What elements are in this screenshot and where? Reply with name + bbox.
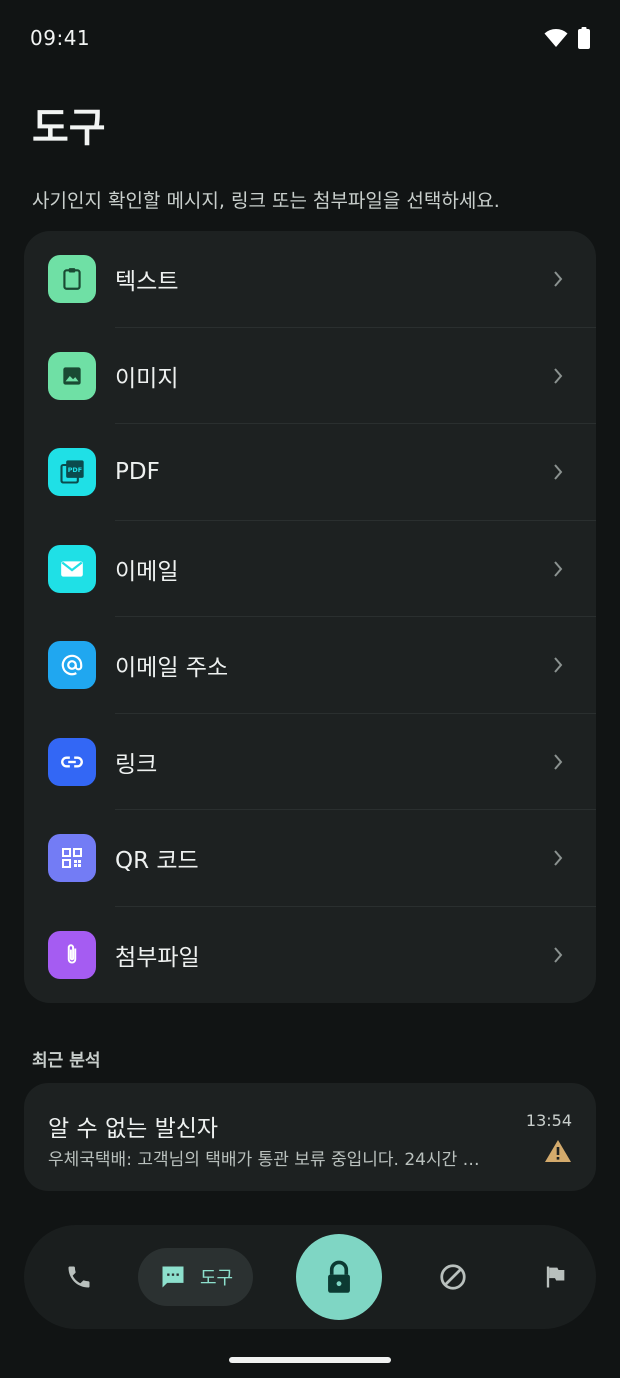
recent-section-title: 최근 분석 (32, 1051, 101, 1071)
qr-code-icon (48, 834, 96, 882)
tool-label: 이메일 (115, 558, 179, 585)
svg-text:PDF: PDF (68, 466, 82, 474)
tool-label: PDF (115, 459, 160, 486)
bottom-navigation: 도구 (24, 1225, 596, 1329)
tool-item-pdf[interactable]: PDF PDF (24, 424, 596, 521)
tool-label: 텍스트 (115, 269, 179, 296)
nav-tools[interactable]: 도구 (138, 1248, 253, 1306)
chevron-right-icon (554, 367, 563, 384)
mail-icon (48, 544, 96, 593)
chevron-right-icon (554, 946, 563, 963)
status-icons (544, 27, 590, 49)
chevron-right-icon (554, 657, 563, 673)
tools-list: 텍스트 이미지 PDF PDF 이메일 이메일 주소 링크 QR 코드 첨부파일 (24, 231, 596, 1003)
tool-item-image[interactable]: 이미지 (24, 328, 596, 425)
block-icon (440, 1264, 466, 1290)
wifi-icon (544, 29, 568, 47)
tool-item-link[interactable]: 링크 (24, 714, 596, 811)
chevron-right-icon (554, 753, 563, 770)
recent-time: 13:54 (525, 1111, 572, 1130)
paperclip-icon (48, 930, 96, 979)
page-subtitle: 사기인지 확인할 메시지, 링크 또는 첨부파일을 선택하세요. (32, 190, 500, 212)
warning-icon (545, 1140, 571, 1162)
chevron-right-icon (554, 271, 563, 287)
tool-label: QR 코드 (115, 848, 199, 875)
nav-tools-label: 도구 (199, 1268, 234, 1289)
chevron-right-icon (554, 850, 563, 866)
nav-reports[interactable] (514, 1225, 596, 1329)
tool-label: 이메일 주소 (115, 655, 229, 682)
lock-button[interactable] (296, 1234, 382, 1320)
battery-icon (578, 27, 590, 49)
nav-calls[interactable] (38, 1225, 120, 1329)
lock-icon (328, 1260, 350, 1293)
tool-item-email[interactable]: 이메일 (24, 521, 596, 618)
home-indicator[interactable] (229, 1357, 391, 1363)
tool-item-text[interactable]: 텍스트 (24, 231, 596, 328)
chevron-right-icon (554, 464, 563, 480)
tool-item-qr-code[interactable]: QR 코드 (24, 810, 596, 907)
tool-label: 이미지 (115, 365, 179, 392)
chat-icon (162, 1266, 184, 1288)
phone-icon (68, 1266, 90, 1288)
tool-label: 링크 (115, 751, 158, 778)
nav-blocked[interactable] (412, 1225, 494, 1329)
at-sign-icon (48, 641, 96, 689)
status-bar: 09:41 (0, 0, 620, 76)
link-icon (48, 737, 96, 786)
image-icon (48, 351, 96, 400)
recent-sender: 알 수 없는 발신자 (48, 1116, 219, 1142)
tool-label: 첨부파일 (115, 944, 200, 971)
tool-item-attachment[interactable]: 첨부파일 (24, 907, 596, 1004)
page-title: 도구 (32, 105, 106, 151)
recent-snippet: 우체국택배: 고객님의 택배가 통관 보류 중입니다. 24시간 … (48, 1150, 480, 1170)
clipboard-icon (48, 255, 96, 303)
pdf-icon: PDF (48, 448, 96, 496)
tool-item-email-address[interactable]: 이메일 주소 (24, 617, 596, 714)
chevron-right-icon (554, 560, 563, 577)
status-time: 09:41 (30, 26, 91, 50)
flag-icon (546, 1266, 565, 1288)
recent-analysis-item[interactable]: 알 수 없는 발신자 우체국택배: 고객님의 택배가 통관 보류 중입니다. 2… (24, 1083, 596, 1191)
